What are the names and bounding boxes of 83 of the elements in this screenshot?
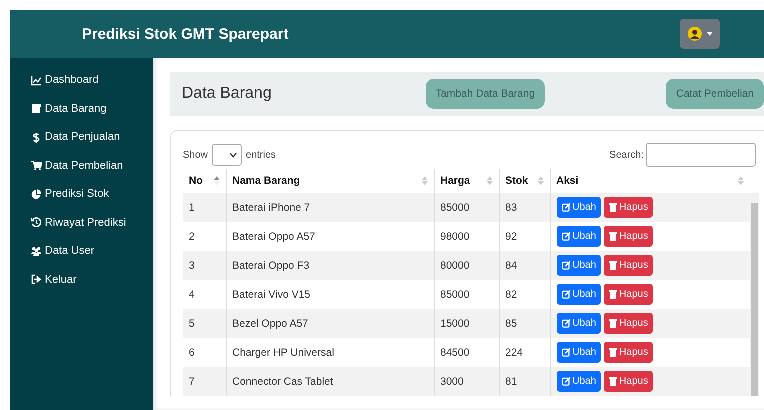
box-icon	[31, 103, 42, 114]
history-icon	[31, 217, 42, 228]
search-label: Search:	[610, 150, 644, 160]
table-cell: 1	[183, 193, 226, 222]
edit-icon	[562, 203, 570, 212]
sidebar-item[interactable]: Data Barang	[10, 94, 153, 123]
delete-button[interactable]: Hapus	[604, 197, 654, 218]
trash-icon	[609, 290, 618, 300]
search-field[interactable]	[646, 143, 756, 167]
sort-icon	[486, 176, 492, 186]
show-label: Show	[183, 150, 208, 160]
sidebar-item[interactable]: Data Pembelian	[10, 152, 153, 180]
delete-button[interactable]: Hapus	[604, 255, 654, 276]
user-avatar-icon	[687, 26, 703, 42]
record-purchase-button[interactable]: Catat Pembelian	[666, 79, 764, 109]
sidebar-item[interactable]: Data Penjualan	[10, 123, 153, 152]
sidebar-item[interactable]: Keluar	[10, 266, 153, 294]
edit-icon	[562, 348, 570, 357]
edit-button[interactable]: Ubah	[556, 226, 602, 247]
edit-icon	[562, 290, 570, 299]
dollar-icon	[31, 132, 42, 143]
table-cell: 3	[183, 251, 226, 280]
table-cell: 4	[183, 280, 226, 309]
delete-button[interactable]: Hapus	[604, 226, 654, 247]
entries-select[interactable]	[212, 144, 242, 166]
edit-icon	[562, 261, 570, 270]
table-cell: 85000	[434, 193, 499, 222]
table-cell: 83	[499, 193, 550, 222]
edit-icon	[562, 319, 570, 328]
sidebar-item[interactable]: Prediksi Stok	[10, 180, 153, 208]
delete-button[interactable]: Hapus	[604, 342, 654, 363]
user-menu-button[interactable]	[680, 19, 720, 49]
trash-icon	[609, 348, 618, 358]
sort-icon	[214, 176, 220, 186]
sidebar-item[interactable]: Riwayat Prediksi	[10, 208, 153, 237]
caret-icon	[707, 32, 713, 36]
delete-button[interactable]: Hapus	[604, 313, 654, 334]
chevron-down-icon	[230, 152, 238, 158]
sidebar-item[interactable]: Data User	[10, 237, 153, 266]
edit-icon	[562, 377, 570, 386]
edit-button[interactable]: Ubah	[556, 284, 602, 305]
edit-button[interactable]: Ubah	[556, 255, 602, 276]
edit-button[interactable]: Ubah	[556, 197, 602, 218]
table-cell: 2	[183, 222, 226, 251]
table-cell: Baterai iPhone 7	[226, 193, 434, 222]
sort-icon	[422, 176, 428, 186]
table-cell: 81	[499, 367, 550, 396]
add-button[interactable]: Tambah Data Barang	[426, 79, 546, 109]
logout-icon	[31, 274, 42, 286]
sidebar-item[interactable]: Dashboard	[10, 66, 153, 94]
scrollbar[interactable]	[750, 193, 759, 396]
table-cell: 15000	[434, 309, 499, 338]
trash-icon	[609, 376, 618, 386]
sort-icon	[738, 176, 744, 186]
table-cell: 3000	[434, 367, 499, 396]
chart-icon	[31, 74, 42, 86]
trash-icon	[609, 202, 618, 212]
trash-icon	[609, 232, 618, 242]
users-icon	[31, 246, 42, 257]
table-cell: 85	[499, 309, 550, 338]
table-cell: 80000	[434, 251, 499, 280]
table-cell: Bezel Oppo A57	[226, 309, 434, 338]
edit-button[interactable]: Ubah	[556, 313, 602, 334]
sort-icon	[538, 176, 544, 186]
table-cell: Connector Cas Tablet	[226, 367, 434, 396]
delete-button[interactable]: Hapus	[604, 284, 654, 305]
table-cell: 84	[499, 251, 550, 280]
table-cell: 5	[183, 309, 226, 338]
table-cell: 6	[183, 338, 226, 367]
trash-icon	[609, 260, 618, 270]
table-cell: 7	[183, 367, 226, 396]
column-header[interactable]: No	[183, 169, 226, 193]
entries-label: entries	[246, 150, 276, 160]
app-title: Prediksi Stok GMT Sparepart	[82, 26, 289, 42]
edit-button[interactable]: Ubah	[556, 342, 602, 363]
page-title: Data Barang	[182, 85, 272, 103]
cart-icon	[31, 160, 42, 172]
edit-button[interactable]: Ubah	[556, 371, 602, 392]
pie-chart-icon	[31, 188, 42, 200]
edit-icon	[562, 232, 570, 241]
trash-icon	[609, 318, 618, 328]
delete-button[interactable]: Hapus	[604, 371, 654, 392]
table-cell: Baterai Oppo F3	[226, 251, 434, 280]
